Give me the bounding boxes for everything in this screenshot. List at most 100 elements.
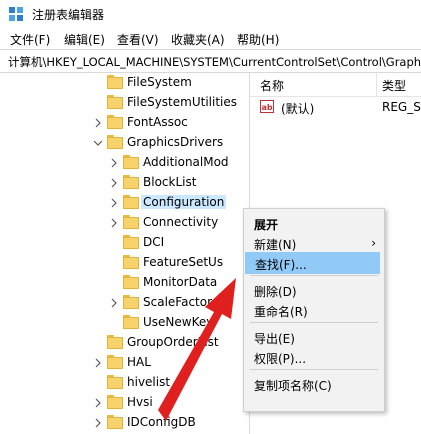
tree-item-label: IDConfigDB (127, 415, 196, 429)
menu-favorites[interactable]: 收藏夹(A) (171, 31, 225, 48)
column-type-header[interactable]: 类型 (382, 77, 406, 94)
tree-item[interactable]: Configuration (0, 193, 249, 213)
folder-icon (107, 115, 123, 129)
tree-item[interactable]: FileSystem (0, 73, 249, 93)
folder-icon (123, 255, 139, 269)
menu-separator (250, 369, 378, 370)
context-menu-item[interactable]: 查找(F)... (245, 252, 380, 274)
tree-item-label: FileSystem (127, 75, 192, 89)
tree-item[interactable]: FileSystemUtilities (0, 93, 249, 113)
address-path: 计算机\HKEY_LOCAL_MACHINE\SYSTEM\CurrentCon… (8, 55, 421, 69)
folder-icon (123, 215, 139, 229)
tree-item[interactable]: DCI (0, 233, 249, 253)
folder-icon (123, 155, 139, 169)
context-menu-item-label: 导出(E) (254, 332, 295, 346)
chevron-right-icon[interactable] (109, 178, 119, 188)
tree-item[interactable]: Hvsi (0, 393, 249, 413)
tree-item[interactable]: FeatureSetUs (0, 253, 249, 273)
chevron-right-icon[interactable] (93, 398, 103, 408)
chevron-right-icon[interactable] (109, 218, 119, 228)
tree-item-label: ScaleFactor (143, 295, 213, 309)
chevron-right-icon[interactable] (93, 358, 103, 368)
context-menu-item[interactable]: 新建(N) › (244, 232, 384, 254)
menu-help[interactable]: 帮助(H) (237, 31, 279, 48)
context-menu-item-label: 查找(F)... (255, 258, 307, 272)
chevron-right-icon[interactable] (109, 198, 119, 208)
folder-icon (107, 135, 123, 149)
column-name-header[interactable]: 名称 (260, 77, 284, 94)
tree-item[interactable]: BlockList (0, 173, 249, 193)
tree-item[interactable]: Connectivity (0, 213, 249, 233)
tree-item[interactable]: GraphicsDrivers (0, 133, 249, 153)
folder-icon (107, 335, 123, 349)
context-menu-item[interactable]: 复制项名称(C) (244, 373, 384, 395)
menu-edit[interactable]: 编辑(E) (64, 31, 105, 48)
address-bar[interactable]: 计算机\HKEY_LOCAL_MACHINE\SYSTEM\CurrentCon… (0, 49, 421, 73)
chevron-right-icon[interactable] (109, 298, 119, 308)
folder-icon (123, 295, 139, 309)
tree-item[interactable]: IDConfigDB (0, 413, 249, 433)
tree-item-label: DCI (143, 235, 165, 249)
tree-item-label: UseNewKey (143, 315, 214, 329)
folder-icon (123, 195, 139, 209)
context-menu-item-label: 展开 (254, 218, 279, 232)
context-menu-item-label: 复制项名称(C) (254, 379, 332, 393)
string-value-icon: ab (260, 100, 274, 113)
regedit-app-icon (9, 7, 23, 21)
value-name: (默认) (281, 102, 315, 116)
folder-icon (123, 315, 139, 329)
context-menu-item[interactable]: 导出(E) (244, 326, 384, 348)
context-menu: 展开 新建(N) › 查找(F)... 删除(D) 重命名(R) 导出(E) 权限(P)...… (243, 208, 385, 412)
registry-tree[interactable]: FileSystem FileSystemUtilities FontAssoc Gr… (0, 72, 249, 434)
tree-item-label: MonitorData (143, 275, 218, 289)
context-menu-item-label: 重命名(R) (254, 305, 308, 319)
column-separator[interactable] (376, 72, 377, 96)
menu-bar: 文件(F) 编辑(E) 查看(V) 收藏夹(A) 帮助(H) (0, 28, 421, 48)
tree-item[interactable]: ScaleFactor (0, 293, 249, 313)
folder-icon (107, 355, 123, 369)
chevron-right-icon[interactable] (109, 158, 119, 168)
tree-item-label: HAL (127, 355, 151, 369)
menu-file[interactable]: 文件(F) (10, 31, 50, 48)
context-menu-item[interactable]: 重命名(R) (244, 299, 384, 321)
context-menu-item[interactable]: 删除(D) (244, 279, 384, 301)
folder-icon (107, 415, 123, 429)
folder-icon (123, 175, 139, 189)
context-menu-item[interactable]: 权限(P)... (244, 346, 384, 368)
tree-item[interactable]: HAL (0, 353, 249, 373)
tree-item[interactable]: UseNewKey (0, 313, 249, 333)
context-menu-item-label: 权限(P)... (254, 352, 307, 366)
list-header: 名称 类型 (250, 72, 421, 97)
tree-item-label: BlockList (143, 175, 197, 189)
context-menu-item[interactable]: 展开 (244, 212, 384, 234)
tree-item-label: Configuration (141, 195, 227, 209)
tree-item[interactable]: MonitorData (0, 273, 249, 293)
list-item[interactable]: (默认) REG_SZ (250, 97, 421, 117)
tree-item-label: FeatureSetUs (143, 255, 224, 269)
folder-icon (107, 395, 123, 409)
tree-item[interactable]: hivelist (0, 373, 249, 393)
folder-icon (107, 95, 123, 109)
tree-item-label: Hvsi (127, 395, 153, 409)
value-type: REG_SZ (382, 100, 421, 114)
title-bar: 注册表编辑器 (0, 0, 421, 28)
tree-item[interactable]: FontAssoc (0, 113, 249, 133)
menu-view[interactable]: 查看(V) (117, 31, 159, 48)
tree-item-label: GroupOrderList (127, 335, 219, 349)
chevron-down-icon[interactable] (93, 138, 103, 148)
folder-icon (123, 235, 139, 249)
window-title: 注册表编辑器 (32, 8, 105, 22)
tree-item-label: hivelist (127, 375, 171, 389)
menu-separator (250, 275, 378, 276)
folder-icon (107, 375, 123, 389)
menu-separator (250, 322, 378, 323)
chevron-right-icon[interactable] (93, 418, 103, 428)
chevron-right-icon[interactable] (93, 118, 103, 128)
context-menu-item-label: 删除(D) (254, 285, 297, 299)
tree-item-label: GraphicsDrivers (127, 135, 224, 149)
submenu-arrow-icon: › (371, 236, 376, 250)
tree-item[interactable]: GroupOrderList (0, 333, 249, 353)
tree-item-label: Connectivity (143, 215, 219, 229)
tree-item[interactable]: AdditionalMod (0, 153, 249, 173)
tree-item-label: FontAssoc (127, 115, 188, 129)
